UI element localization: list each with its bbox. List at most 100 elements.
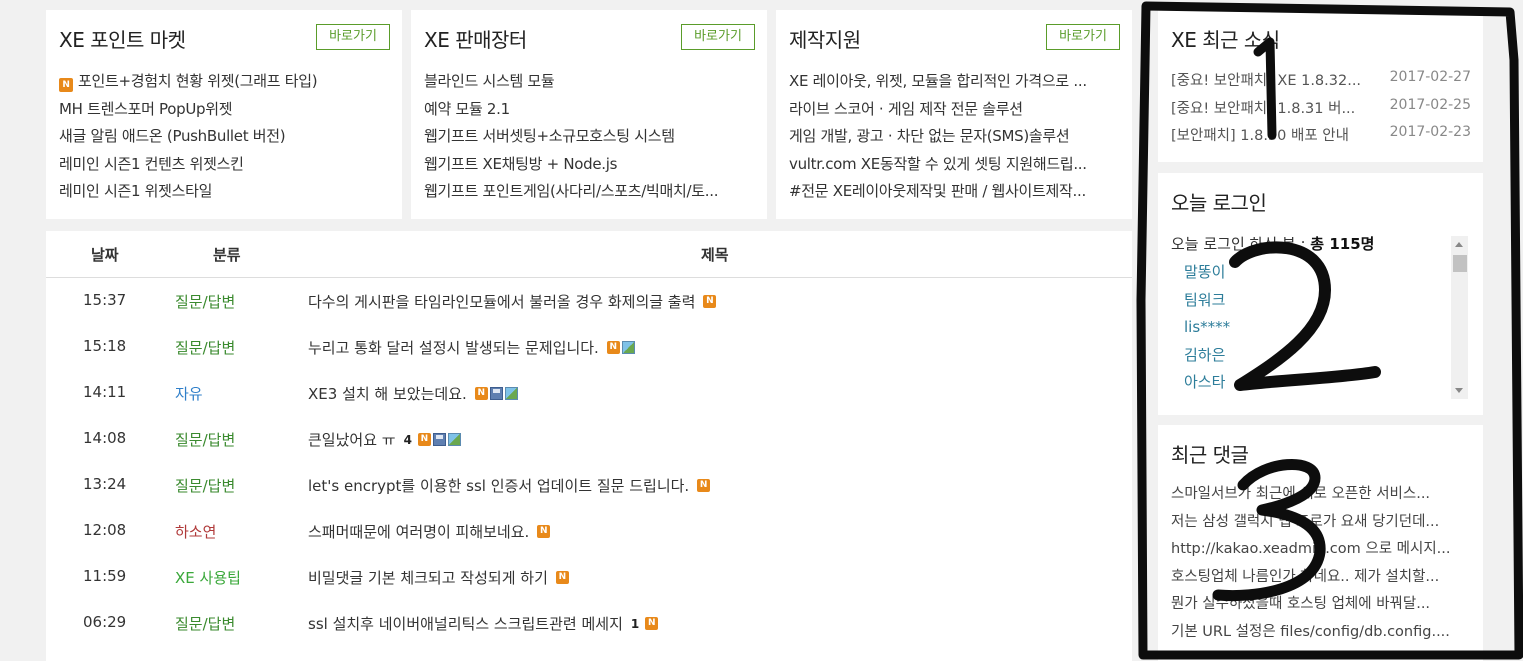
- new-icon: N: [703, 295, 717, 308]
- table-row[interactable]: 12:08 하소연 스패머때문에 여러명이 피해보네요. N: [46, 508, 1132, 554]
- scroll-down-arrow-icon[interactable]: [1455, 388, 1463, 393]
- row-category[interactable]: 자유: [175, 383, 203, 404]
- login-user-list: 말똥이 팀워크 lis**** 김하은 아스타: [1171, 259, 1463, 397]
- row-title[interactable]: 비밀댓글 기본 체크되고 작성되게 하기 N: [308, 567, 569, 588]
- board-table: 날짜 분류 제목 15:37 질문/답변 다수의 게시판을 타임라인모듈에서 불러올…: [46, 231, 1132, 661]
- list-item[interactable]: vultr.com XE동작할 수 있게 셋팅 지원해드립...: [789, 151, 1120, 179]
- attachment-file-icon: [432, 433, 446, 446]
- row-title[interactable]: 스패머때문에 여러명이 피해보네요. N: [308, 521, 551, 542]
- row-title-text[interactable]: 다수의 게시판을 타임라인모듈에서 불러올 경우 화제의글 출력: [308, 291, 695, 312]
- login-scroll-area[interactable]: 오늘 로그인 하신 분 : 총 115명 말똥이 팀워크 lis**** 김하은…: [1171, 233, 1463, 401]
- login-count: 총 115명: [1310, 235, 1375, 253]
- row-category[interactable]: 하소연: [175, 521, 216, 542]
- table-row[interactable]: 15:37 질문/답변 다수의 게시판을 타임라인모듈에서 불러올 경우 화제의글 …: [46, 278, 1132, 324]
- login-user[interactable]: 팀워크: [1184, 287, 1463, 315]
- new-icon: N: [417, 433, 431, 446]
- login-user[interactable]: 김하은: [1184, 342, 1463, 370]
- row-category[interactable]: 질문/답변: [175, 475, 235, 496]
- row-title-text[interactable]: XE3 설치 해 보았는데요.: [308, 383, 467, 404]
- comment-item[interactable]: 기본 URL 설정은 files/config/db.config....: [1171, 619, 1471, 647]
- login-title: 오늘 로그인: [1171, 191, 1267, 215]
- table-row[interactable]: 11:59 XE 사용팁 비밀댓글 기본 체크되고 작성되게 하기 N: [46, 554, 1132, 600]
- news-item[interactable]: [중요! 보안패치] XE 1.8.32... 2017-02-27: [1171, 69, 1471, 96]
- goto-button[interactable]: 바로가기: [1046, 24, 1120, 50]
- recent-comments-box: 최근 댓글 스마일서브가 최근에 새로 오픈한 서비스... 저는 삼성 갤럭시…: [1158, 425, 1483, 661]
- row-title-text[interactable]: 누리고 통화 달러 설정시 발생되는 문제입니다.: [308, 337, 599, 358]
- row-title[interactable]: 다수의 게시판을 타임라인모듈에서 불러올 경우 화제의글 출력 N: [308, 291, 717, 312]
- list-item[interactable]: 웹기프트 서버셋팅+소규모호스팅 시스템: [424, 123, 755, 151]
- login-user[interactable]: 아스타: [1184, 369, 1463, 397]
- row-category[interactable]: 질문/답변: [175, 613, 235, 634]
- table-row[interactable]: 06:29 질문/답변 ssl 설치후 네이버애널리틱스 스크립트관련 메세지 1 N: [46, 600, 1132, 646]
- login-user[interactable]: lis****: [1184, 314, 1463, 342]
- row-title-text[interactable]: 큰일났어요 ㅠ: [308, 429, 396, 450]
- list-item[interactable]: MH 트렌스포머 PopUp위젯: [59, 96, 390, 124]
- news-item-title[interactable]: [중요! 보안패치] XE 1.8.32...: [1171, 69, 1376, 90]
- table-row[interactable]: 13:24 질문/답변 let's encrypt를 이용한 ssl 인증서 업데이…: [46, 462, 1132, 508]
- annotation-label-2: 2: [0, 0, 1, 1]
- list-item[interactable]: 레미인 시즌1 컨텐츠 위젯스킨: [59, 151, 390, 179]
- row-category[interactable]: 질문/답변: [175, 291, 235, 312]
- list-item[interactable]: 웹기프트 포인트게임(사다리/스포츠/빅매치/토...: [424, 178, 755, 206]
- box-point-market: XE 포인트 마켓 바로가기 N 포인트+경험치 현황 위젯(그래프 타입) MH…: [46, 10, 402, 219]
- comment-item[interactable]: 뭔가 실수하셨을때 호스팅 업체에 바꿔달...: [1171, 591, 1471, 619]
- row-category[interactable]: 질문/답변: [175, 429, 235, 450]
- header-title: 제목: [701, 246, 729, 264]
- comment-item[interactable]: 저는 삼성 갤럭시 탭 프로가 요새 당기던데...: [1171, 509, 1471, 537]
- row-title[interactable]: 누리고 통화 달러 설정시 발생되는 문제입니다. N: [308, 337, 635, 358]
- row-time: 13:24: [83, 475, 127, 493]
- comment-item[interactable]: http://kakao.xeadmin.com 으로 메시지...: [1171, 536, 1471, 564]
- news-title: XE 최근 소식: [1171, 28, 1280, 52]
- news-item[interactable]: [중요! 보안패치] 1.8.31 버... 2017-02-25: [1171, 97, 1471, 124]
- login-user[interactable]: 말똥이: [1184, 259, 1463, 287]
- list-item[interactable]: 게임 개발, 광고 · 차단 없는 문자(SMS)솔루션: [789, 123, 1120, 151]
- row-time: 11:59: [83, 567, 127, 585]
- list-item[interactable]: 라이브 스코어 · 게임 제작 전문 솔루션: [789, 96, 1120, 124]
- list-item[interactable]: 새글 알림 애드온 (PushBullet 버전): [59, 123, 390, 151]
- list-item[interactable]: N 포인트+경험치 현황 위젯(그래프 타입): [59, 68, 390, 96]
- row-title[interactable]: XE3 설치 해 보았는데요. N: [308, 383, 518, 404]
- comment-item[interactable]: 호스팅업체 나름인가 하네요.. 제가 설치할...: [1171, 564, 1471, 592]
- news-item-date: 2017-02-27: [1389, 69, 1471, 85]
- new-icon: N: [537, 525, 551, 538]
- comment-item[interactable]: 스마일서브가 최근에 새로 오픈한 서비스...: [1171, 481, 1471, 509]
- row-title[interactable]: 큰일났어요 ㅠ 4N: [308, 429, 461, 450]
- goto-button[interactable]: 바로가기: [316, 24, 390, 50]
- table-row[interactable]: 14:08 질문/답변 큰일났어요 ㅠ 4N: [46, 416, 1132, 462]
- comment-count: 4: [403, 432, 412, 447]
- news-item-title[interactable]: [중요! 보안패치] 1.8.31 버...: [1171, 97, 1376, 118]
- new-icon: N: [59, 78, 73, 92]
- row-category[interactable]: XE 사용팁: [175, 567, 241, 588]
- list-item[interactable]: 레미인 시즌1 위젯스타일: [59, 178, 390, 206]
- list-item[interactable]: 예약 모듈 2.1: [424, 96, 755, 124]
- news-item-title[interactable]: [보안패치] 1.8.30 배포 안내: [1171, 124, 1376, 145]
- row-title[interactable]: ssl 설치후 네이버애널리틱스 스크립트관련 메세지 1 N: [308, 613, 659, 634]
- row-title-text[interactable]: 스패머때문에 여러명이 피해보네요.: [308, 521, 529, 542]
- scroll-up-arrow-icon[interactable]: [1455, 242, 1463, 247]
- row-category[interactable]: 질문/답변: [175, 337, 235, 358]
- scrollbar-thumb[interactable]: [1453, 255, 1467, 272]
- row-title-text[interactable]: 비밀댓글 기본 체크되고 작성되게 하기: [308, 567, 548, 588]
- table-row[interactable]: 14:11 자유 XE3 설치 해 보았는데요. N: [46, 370, 1132, 416]
- box-title: XE 판매장터: [424, 28, 527, 52]
- list-item[interactable]: #전문 XE레이아웃제작및 판매 / 웹사이트제작...: [789, 178, 1120, 206]
- list-item[interactable]: 웹기프트 XE채팅방 + Node.js: [424, 151, 755, 179]
- box-title: 제작지원: [789, 28, 861, 52]
- list-item[interactable]: XE 레이아웃, 위젯, 모듈을 합리적인 가격으로 ...: [789, 68, 1120, 96]
- row-title-text[interactable]: ssl 설치후 네이버애널리틱스 스크립트관련 메세지: [308, 613, 623, 634]
- box-sales-market: XE 판매장터 바로가기 블라인드 시스템 모듈 예약 모듈 2.1 웹기프트 …: [411, 10, 767, 219]
- new-icon: N: [645, 617, 659, 630]
- table-row[interactable]: 15:18 질문/답변 누리고 통화 달러 설정시 발생되는 문제입니다. N: [46, 324, 1132, 370]
- header-date: 날짜: [91, 246, 119, 264]
- goto-button[interactable]: 바로가기: [681, 24, 755, 50]
- box-title: XE 포인트 마켓: [59, 28, 186, 52]
- login-scrollbar[interactable]: [1451, 236, 1468, 399]
- row-title[interactable]: let's encrypt를 이용한 ssl 인증서 업데이트 질문 드립니다.…: [308, 475, 711, 496]
- login-box: 오늘 로그인 오늘 로그인 하신 분 : 총 115명 말똥이 팀워크 lis*…: [1158, 173, 1483, 415]
- news-item[interactable]: [보안패치] 1.8.30 배포 안내 2017-02-23: [1171, 124, 1471, 151]
- comments-title: 최근 댓글: [1171, 443, 1249, 467]
- list-item[interactable]: 블라인드 시스템 모듈: [424, 68, 755, 96]
- row-title-text[interactable]: let's encrypt를 이용한 ssl 인증서 업데이트 질문 드립니다.: [308, 475, 689, 496]
- comments-list: 스마일서브가 최근에 새로 오픈한 서비스... 저는 삼성 갤럭시 탭 프로가…: [1171, 481, 1471, 646]
- news-item-date: 2017-02-23: [1389, 124, 1471, 140]
